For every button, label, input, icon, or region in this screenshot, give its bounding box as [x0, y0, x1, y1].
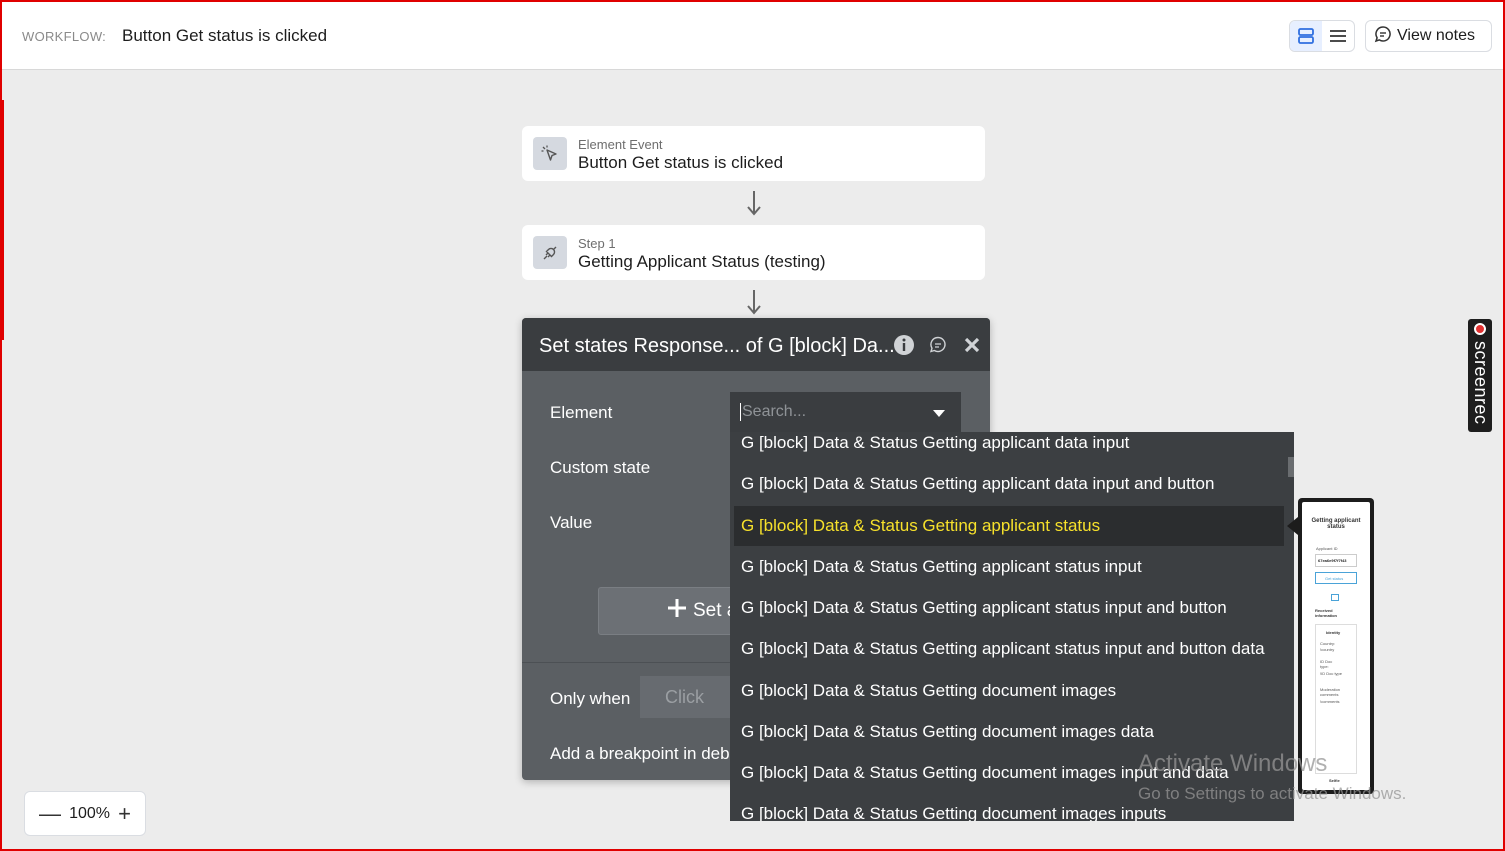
event-card-title: Button Get status is clicked: [578, 153, 784, 172]
breakpoint-label: Add a breakpoint in deb: [550, 744, 730, 763]
workflow-header: WORKFLOW: Button Get status is clicked V…: [2, 2, 1503, 70]
panel-title: Set states Response... of G [block] Da..…: [539, 335, 895, 357]
value-label: Value: [550, 513, 593, 532]
cursor-click-icon: [533, 137, 567, 170]
preview-id-field: 67ea6e9f7f7f43: [1315, 554, 1357, 567]
preview-iddoc-value: !ID Doc type: [1320, 671, 1343, 676]
info-icon[interactable]: [892, 333, 916, 357]
zoom-in-button[interactable]: +: [118, 802, 131, 825]
preview-country-value: !country: [1320, 647, 1335, 652]
step-card-subtitle: Step 1: [578, 236, 616, 251]
list-view-icon[interactable]: [1322, 21, 1354, 51]
list-item[interactable]: G [block] Data & Status Getting applican…: [730, 597, 1294, 637]
preview-applicant-label: Applicant ID: [1316, 546, 1338, 551]
edge-marker: [2, 100, 4, 340]
preview-moderation-label: Moderation comments: [1320, 687, 1341, 697]
cards-view-icon[interactable]: [1290, 21, 1322, 51]
preview-section-label: Received information: [1315, 608, 1337, 618]
event-card[interactable]: Element Event Button Get status is click…: [522, 126, 985, 181]
dropdown-scrollbar[interactable]: [1288, 457, 1294, 477]
plug-icon: [533, 236, 567, 269]
comment-icon[interactable]: [926, 333, 950, 357]
record-icon: [1474, 323, 1486, 335]
element-dropdown[interactable]: [730, 392, 961, 434]
only-when-input[interactable]: Click: [640, 676, 740, 718]
preview-pointer: [1287, 517, 1298, 535]
element-search-input[interactable]: [740, 403, 920, 421]
element-preview-canvas: Getting applicant status Applicant ID 67…: [1302, 502, 1370, 790]
preview-applicant-value: 67ea6e9f7f7f43: [1318, 558, 1347, 563]
preview-button: Get status: [1315, 572, 1357, 584]
list-item[interactable]: G [block] Data & Status Getting applican…: [730, 432, 1294, 472]
view-notes-label: View notes: [1397, 27, 1475, 44]
zoom-out-button[interactable]: —: [39, 802, 61, 825]
activation-watermark-title: Activate Windows: [1138, 750, 1328, 777]
chevron-down-icon[interactable]: [933, 410, 945, 417]
preview-identity-label: Identity: [1326, 630, 1341, 635]
step-card-title: Getting Applicant Status (testing): [578, 252, 826, 271]
activation-watermark-subtitle: Go to Settings to activate Windows.: [1138, 784, 1407, 803]
plus-icon: [667, 598, 687, 624]
preview-small-box: [1331, 594, 1339, 601]
list-item-selected[interactable]: G [block] Data & Status Getting applican…: [734, 506, 1284, 546]
list-item[interactable]: G [block] Data & Status Getting document…: [730, 680, 1294, 720]
list-item[interactable]: G [block] Data & Status Getting applican…: [730, 556, 1294, 596]
preview-footer-label: Selfie: [1329, 778, 1340, 783]
view-toggle: [1289, 20, 1355, 52]
workflow-label: WORKFLOW:: [22, 29, 107, 44]
preview-iddoc-label: ID Doc type:: [1320, 659, 1333, 669]
event-card-subtitle: Element Event: [578, 137, 663, 152]
zoom-control: — 100% +: [24, 791, 146, 836]
screenrec-label: screenrec: [1471, 341, 1491, 425]
arrow-down-icon: [747, 290, 761, 315]
preview-country-label: Country:: [1320, 641, 1336, 646]
preview-title: Getting applicant status: [1311, 518, 1361, 530]
list-item[interactable]: G [block] Data & Status Getting document…: [730, 803, 1294, 821]
screenrec-badge[interactable]: screenrec: [1468, 319, 1492, 432]
list-item[interactable]: G [block] Data & Status Getting applican…: [730, 638, 1294, 678]
arrow-down-icon: [747, 191, 761, 216]
panel-header: Set states Response... of G [block] Da..…: [522, 318, 990, 371]
element-label: Element: [550, 403, 613, 422]
preview-moderation-value: !comments: [1320, 699, 1340, 704]
step-card[interactable]: Step 1 Getting Applicant Status (testing…: [522, 225, 985, 280]
custom-state-label: Custom state: [550, 458, 651, 477]
notes-icon: [1374, 25, 1392, 48]
close-icon[interactable]: [960, 333, 984, 357]
workflow-title: Button Get status is clicked: [122, 26, 328, 45]
zoom-level: 100%: [69, 804, 111, 822]
preview-button-label: Get status: [1325, 576, 1344, 581]
only-when-label: Only when: [550, 689, 631, 708]
view-notes-button[interactable]: View notes: [1365, 20, 1492, 52]
